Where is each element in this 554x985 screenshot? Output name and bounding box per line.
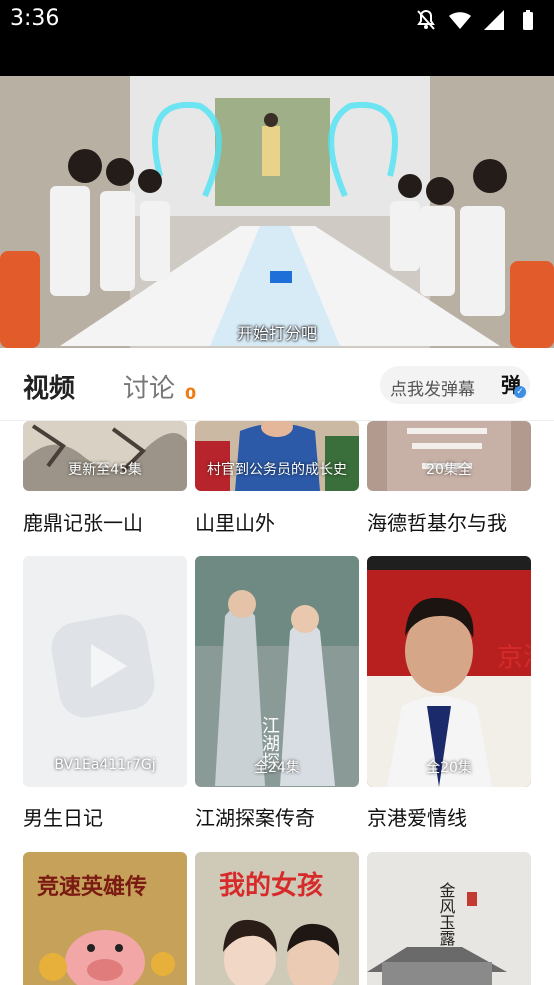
series-thumbnail: 竞速英雄传 <box>23 852 187 985</box>
thumbnail-art <box>195 421 359 491</box>
content-tabs: 视频 讨论 0 点我发弹幕 弹 ✓ <box>0 348 554 421</box>
thumbnail-art: 竞速英雄传 <box>23 852 187 985</box>
danmu-placeholder: 点我发弹幕 <box>390 380 475 400</box>
series-thumbnail: 我的女孩 <box>195 852 359 985</box>
tab-discuss[interactable]: 讨论 <box>123 368 175 405</box>
thumbnail-art <box>367 421 531 491</box>
wifi-icon <box>449 12 471 29</box>
svg-text:我的女孩: 我的女孩 <box>219 870 323 900</box>
series-badge: 全24集 <box>254 760 300 776</box>
series-thumbnail: BV1Ea411r7Gj <box>23 556 187 787</box>
series-thumbnail: 20集全 <box>367 421 531 491</box>
thumbnail-art <box>23 421 187 491</box>
battery-icon <box>523 10 533 30</box>
series-title: 山里山外 <box>195 511 275 535</box>
thumbnail-art: 江湖探 <box>195 556 359 787</box>
series-title: 男生日记 <box>23 806 103 830</box>
thumbnail-art: 我的女孩 <box>195 852 359 985</box>
notifications-off-icon <box>417 9 435 30</box>
check-icon: ✓ <box>514 386 526 398</box>
thumbnail-art <box>23 556 187 787</box>
status-time: 3:36 <box>10 6 60 31</box>
status-icons <box>414 8 540 32</box>
series-thumbnail: 金风玉露一相逢 <box>367 852 531 985</box>
series-title: 京港爱情线 <box>367 806 467 830</box>
discuss-count-badge: 0 <box>185 384 197 403</box>
series-grid: 更新至45集 鹿鼎记张一山 村官到公务员的成长史 山里山外 20集全 海德哲基尔… <box>0 421 554 985</box>
tab-video[interactable]: 视频 <box>23 368 75 405</box>
series-thumbnail: 京港 全20集 <box>367 556 531 787</box>
series-badge: BV1Ea411r7Gj <box>54 757 156 773</box>
danmu-input[interactable]: 点我发弹幕 弹 ✓ <box>380 366 530 404</box>
series-badge: 更新至45集 <box>68 462 142 478</box>
series-badge: 20集全 <box>426 462 472 478</box>
svg-text:竞速英雄传: 竞速英雄传 <box>37 874 147 899</box>
status-bar: 3:36 <box>0 0 554 40</box>
video-player[interactable]: 开始打分吧 <box>0 40 554 348</box>
series-badge: 全20集 <box>426 760 472 776</box>
video-subtitle: 开始打分吧 <box>236 324 317 343</box>
cell-signal-icon <box>484 10 504 30</box>
video-frame <box>0 76 554 348</box>
series-title: 江湖探案传奇 <box>195 806 315 830</box>
thumbnail-art: 京港 <box>367 556 531 787</box>
play-placeholder-icon <box>51 614 155 718</box>
series-title: 海德哲基尔与我 <box>367 511 507 535</box>
series-title: 鹿鼎记张一山 <box>23 511 143 535</box>
svg-text:京港: 京港 <box>497 643 531 672</box>
series-badge: 村官到公务员的成长史 <box>207 462 347 478</box>
series-thumbnail: 更新至45集 <box>23 421 187 491</box>
thumbnail-art: 金风玉露一相逢 <box>367 852 531 985</box>
series-thumbnail: 江湖探 全24集 <box>195 556 359 787</box>
series-thumbnail: 村官到公务员的成长史 <box>195 421 359 491</box>
